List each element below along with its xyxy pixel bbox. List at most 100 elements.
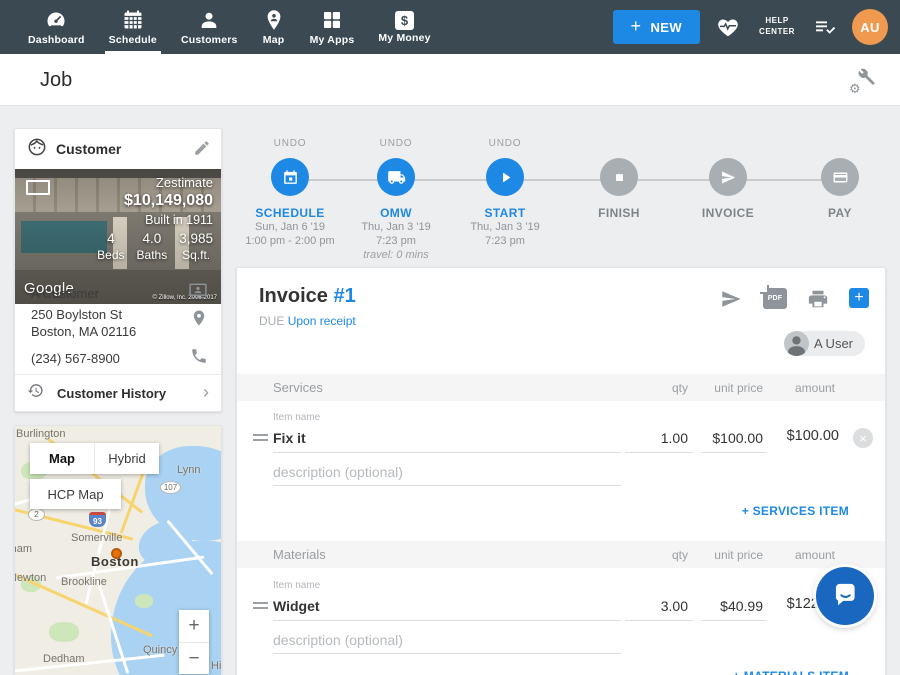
add-services-item-link[interactable]: + SERVICES ITEM — [742, 504, 849, 518]
location-pin-icon[interactable] — [190, 309, 208, 332]
send-invoice-icon[interactable] — [719, 288, 743, 315]
timeline-step-finish: FINISH — [559, 138, 679, 220]
invoice-send-icon[interactable] — [709, 158, 747, 196]
invoice-number[interactable]: #1 — [333, 285, 355, 307]
drag-handle[interactable] — [253, 602, 268, 609]
nav-schedule[interactable]: Schedule — [97, 0, 169, 54]
plus-icon: + — [854, 290, 863, 306]
unit-price-column-header: unit price — [714, 381, 763, 395]
material-description-input[interactable]: description (optional) — [273, 632, 403, 648]
undo-schedule-button[interactable]: UNDO — [230, 138, 350, 150]
assignee-name: A User — [814, 336, 853, 351]
address-line2: Boston, MA 02116 — [31, 323, 136, 340]
history-icon — [27, 382, 44, 404]
item-name-label: Item name — [273, 412, 320, 423]
dashboard-icon — [44, 8, 68, 32]
pay-card-icon[interactable] — [821, 158, 859, 196]
nav-dashboard[interactable]: Dashboard — [16, 0, 97, 54]
map-widget[interactable]: Burlington Lynn 107 2 93 Somerville Walt… — [14, 425, 222, 675]
input-underline — [273, 653, 621, 654]
map-label-lynn: Lynn — [177, 464, 200, 476]
task-list-icon[interactable] — [813, 15, 837, 39]
finish-stop-icon[interactable] — [600, 158, 638, 196]
invoice-step-label: INVOICE — [668, 206, 788, 220]
customer-name: A Customer — [31, 285, 99, 302]
service-item-name-input[interactable]: Fix it — [273, 430, 306, 446]
map-type-hybrid-button[interactable]: Hybrid — [94, 443, 159, 474]
add-materials-item-link[interactable]: + MATERIALS ITEM — [733, 669, 849, 675]
nav-map[interactable]: Map — [250, 0, 298, 54]
material-qty-input[interactable]: 3.00 — [661, 598, 688, 614]
qty-column-header: qty — [672, 548, 688, 562]
start-date: Thu, Jan 3 '19 — [445, 220, 565, 234]
assignee-chip[interactable]: A User — [784, 331, 865, 356]
phone-icon[interactable] — [190, 347, 208, 370]
invoice-card: Invoice #1 DUE Upon receipt PDF + A User… — [236, 267, 886, 675]
input-underline — [625, 452, 693, 453]
invoice-title-text: Invoice — [259, 285, 328, 307]
job-tools-icon[interactable]: ⚙ — [852, 67, 878, 93]
nav-schedule-label: Schedule — [109, 34, 157, 46]
nav-customers[interactable]: Customers — [169, 0, 250, 54]
delete-service-item-button[interactable]: × — [853, 428, 873, 448]
add-invoice-icon[interactable]: + — [849, 288, 869, 308]
undo-start-button[interactable]: UNDO — [445, 138, 565, 150]
pay-step-label: PAY — [780, 206, 900, 220]
customer-address: 250 Boylston St Boston, MA 02116 — [31, 306, 136, 340]
new-button[interactable]: + NEW — [613, 10, 700, 44]
chat-bubble-icon — [829, 578, 861, 615]
customer-history-label: Customer History — [57, 386, 166, 401]
omw-truck-icon[interactable] — [377, 158, 415, 196]
nav-my-apps[interactable]: My Apps — [298, 0, 367, 54]
pdf-icon[interactable]: PDF — [763, 288, 787, 309]
money-icon: $ — [395, 11, 414, 30]
amount-column-header: amount — [795, 548, 835, 562]
heart-pulse-icon[interactable] — [715, 15, 741, 39]
due-value-link[interactable]: Upon receipt — [288, 314, 356, 328]
material-item-name-input[interactable]: Widget — [273, 598, 320, 614]
apps-grid-icon — [320, 8, 344, 32]
finish-step-label: FINISH — [559, 206, 679, 220]
hcp-map-button[interactable]: HCP Map — [30, 479, 121, 509]
nav-right-group: + NEW HELP CENTER AU — [613, 0, 900, 54]
omw-travel-note: travel: 0 mins — [336, 248, 456, 262]
map-zoom-control: + − — [179, 610, 209, 674]
schedule-step-icon[interactable] — [271, 158, 309, 196]
materials-title: Materials — [273, 547, 326, 562]
schedule-date: Sun, Jan 6 '19 — [230, 220, 350, 234]
timeline-step-invoice: INVOICE — [668, 138, 788, 220]
zoom-out-button[interactable]: − — [179, 642, 209, 674]
gear-icon: ⚙ — [849, 81, 861, 97]
service-description-input[interactable]: description (optional) — [273, 464, 403, 480]
service-unit-price-input[interactable]: $100.00 — [712, 430, 763, 446]
map-label-newton: Newton — [14, 572, 46, 584]
amount-column-header: amount — [795, 381, 835, 395]
map-label-burlington: Burlington — [16, 428, 66, 440]
print-icon[interactable] — [807, 288, 829, 315]
contact-card-icon[interactable] — [188, 281, 208, 306]
omw-step-label: OMW — [336, 206, 456, 220]
zoom-in-button[interactable]: + — [179, 610, 209, 642]
service-qty-input[interactable]: 1.00 — [661, 430, 688, 446]
input-underline — [701, 452, 766, 453]
map-label-dedham: Dedham — [43, 653, 85, 665]
nav-items: Dashboard Schedule Customers Map My Apps… — [0, 0, 443, 54]
material-unit-price-input[interactable]: $40.99 — [720, 598, 763, 614]
input-underline — [273, 485, 621, 486]
assignee-avatar-icon — [784, 331, 809, 356]
close-icon: × — [859, 432, 867, 445]
drag-handle[interactable] — [253, 434, 268, 441]
map-pin-icon — [262, 8, 286, 32]
address-line1: 250 Boylston St — [31, 306, 136, 323]
undo-omw-button[interactable]: UNDO — [336, 138, 456, 150]
chat-fab-button[interactable] — [816, 567, 874, 625]
help-center-link[interactable]: HELP CENTER — [756, 16, 798, 38]
user-avatar[interactable]: AU — [852, 9, 888, 45]
omw-date: Thu, Jan 3 '19 — [336, 220, 456, 234]
map-type-map-button[interactable]: Map — [30, 443, 94, 474]
materials-header-band: Materials qty unit price amount — [237, 541, 885, 568]
start-play-icon[interactable] — [486, 158, 524, 196]
services-title: Services — [273, 380, 323, 395]
nav-my-money[interactable]: $ My Money — [366, 0, 442, 54]
customer-history-row[interactable]: Customer History › — [15, 375, 221, 411]
